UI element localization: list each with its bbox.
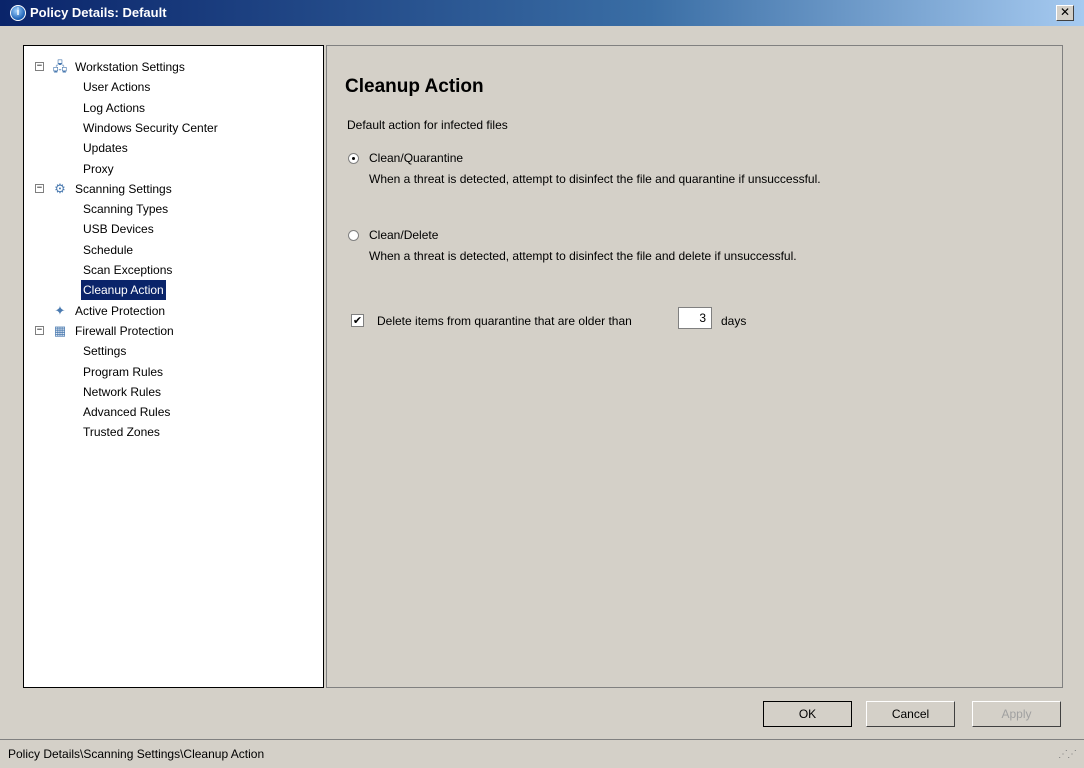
radio-selected-dot — [352, 157, 355, 160]
tree-item-windows-security-center[interactable]: Windows Security Center — [24, 118, 323, 138]
clean-delete-radio[interactable] — [348, 230, 359, 241]
apply-button[interactable]: Apply — [972, 701, 1061, 727]
cancel-button[interactable]: Cancel — [866, 701, 955, 727]
clean-delete-description: When a threat is detected, attempt to di… — [369, 249, 797, 263]
tree-item-scanning-types[interactable]: Scanning Types — [24, 199, 323, 219]
tree-item-label[interactable]: Updates — [83, 138, 128, 158]
resize-grip-icon[interactable]: ⋰⋰ — [1058, 749, 1077, 760]
tree-item-scan-exceptions[interactable]: Scan Exceptions — [24, 260, 323, 280]
tree-item-label[interactable]: Advanced Rules — [83, 402, 170, 422]
days-suffix-label: days — [721, 314, 747, 328]
clean-quarantine-description: When a threat is detected, attempt to di… — [369, 172, 821, 186]
tree-item-advanced-rules[interactable]: Advanced Rules — [24, 402, 323, 422]
content-panel: Cleanup Action Default action for infect… — [326, 45, 1063, 688]
tree-item-label[interactable]: Trusted Zones — [83, 422, 160, 442]
settings-tree: − 🖧 Workstation Settings User Actions Log Ac… — [23, 45, 324, 688]
clean-quarantine-label[interactable]: Clean/Quarantine — [369, 151, 463, 165]
clean-quarantine-radio[interactable] — [348, 153, 359, 164]
app-info-icon: i — [10, 5, 26, 21]
collapse-icon[interactable]: − — [35, 183, 44, 193]
tree-group-workstation-settings[interactable]: − 🖧 Workstation Settings — [24, 57, 323, 77]
tree-item-cleanup-action[interactable]: Cleanup Action — [24, 280, 323, 301]
tree-item-trusted-zones[interactable]: Trusted Zones — [24, 422, 323, 442]
tree-group-active-protection[interactable]: ✦ Active Protection — [24, 301, 323, 321]
tree-item-label[interactable]: Network Rules — [83, 382, 161, 402]
clean-delete-label[interactable]: Clean/Delete — [369, 228, 438, 242]
tree-item-log-actions[interactable]: Log Actions — [24, 98, 323, 118]
tree-group-scanning-settings[interactable]: − ⚙ Scanning Settings — [24, 179, 323, 199]
tree-group-label[interactable]: Scanning Settings — [75, 179, 172, 199]
tree-item-label[interactable]: User Actions — [83, 77, 150, 97]
section-subtitle: Default action for infected files — [347, 118, 508, 132]
tree-item-label[interactable]: Scanning Types — [83, 199, 168, 219]
tree-item-label[interactable]: Windows Security Center — [83, 118, 218, 138]
tree-item-settings[interactable]: Settings — [24, 341, 323, 361]
tree-item-updates[interactable]: Updates — [24, 138, 323, 158]
tree-item-network-rules[interactable]: Network Rules — [24, 382, 323, 402]
tree-item-schedule[interactable]: Schedule — [24, 240, 323, 260]
page-title: Cleanup Action — [345, 76, 484, 97]
tree-item-program-rules[interactable]: Program Rules — [24, 362, 323, 382]
tree-item-label[interactable]: Cleanup Action — [81, 280, 166, 301]
window-title: Policy Details: Default — [30, 5, 167, 20]
active-protection-icon: ✦ — [54, 302, 66, 318]
delete-quarantine-label[interactable]: Delete items from quarantine that are ol… — [377, 314, 632, 328]
delete-quarantine-checkbox[interactable]: ✔ — [351, 314, 364, 327]
status-path: Policy Details\Scanning Settings\Cleanup… — [8, 747, 265, 761]
collapse-icon[interactable]: − — [35, 62, 44, 71]
tree-group-firewall-protection[interactable]: − ▦ Firewall Protection — [24, 321, 323, 341]
tree-group-label[interactable]: Firewall Protection — [75, 321, 174, 341]
tree-item-label[interactable]: USB Devices — [83, 219, 154, 239]
tree-item-usb-devices[interactable]: USB Devices — [24, 219, 323, 239]
firewall-icon: ▦ — [53, 322, 67, 338]
tree-item-label[interactable]: Proxy — [83, 159, 114, 179]
close-button[interactable]: ✕ — [1056, 5, 1074, 21]
tree-group-label[interactable]: Active Protection — [75, 301, 165, 321]
status-bar: Policy Details\Scanning Settings\Cleanup… — [0, 739, 1084, 768]
tree-item-label[interactable]: Scan Exceptions — [83, 260, 172, 280]
tree-item-label[interactable]: Settings — [83, 341, 126, 361]
tree-item-label[interactable]: Program Rules — [83, 362, 163, 382]
collapse-icon[interactable]: − — [35, 325, 44, 335]
tree-item-proxy[interactable]: Proxy — [24, 159, 323, 179]
workstation-icon: 🖧 — [52, 59, 68, 74]
tree-group-label[interactable]: Workstation Settings — [75, 57, 185, 77]
tree-item-label[interactable]: Schedule — [83, 240, 133, 260]
tree-item-label[interactable]: Log Actions — [83, 98, 145, 118]
ok-button[interactable]: OK — [763, 701, 852, 727]
tree-item-user-actions[interactable]: User Actions — [24, 77, 323, 97]
quarantine-days-input[interactable]: 3 — [678, 307, 712, 329]
title-bar: i Policy Details: Default ✕ — [0, 0, 1084, 26]
close-icon: ✕ — [1059, 5, 1071, 19]
scanning-icon: ⚙ — [54, 180, 66, 196]
